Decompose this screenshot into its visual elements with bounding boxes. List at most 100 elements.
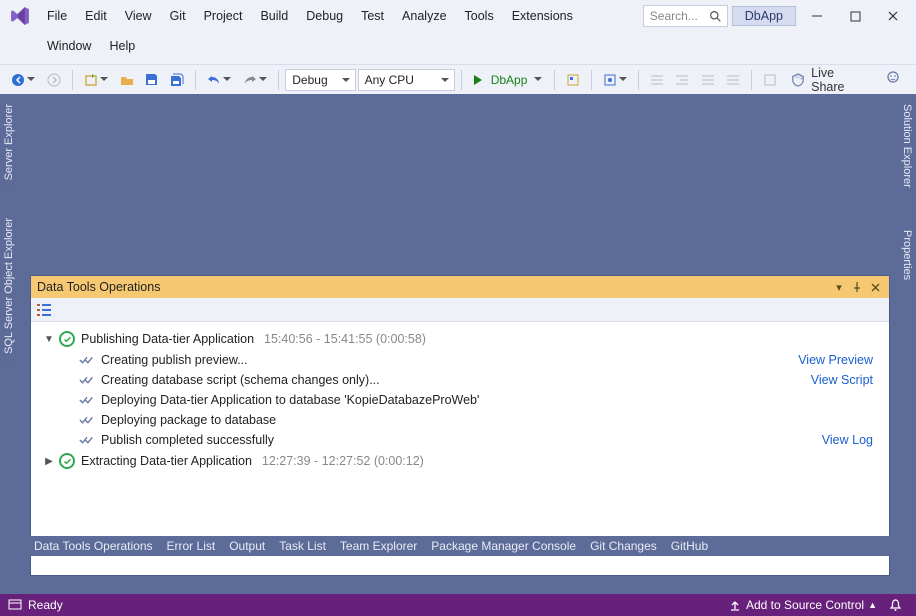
side-tab-server-explorer[interactable]: Server Explorer	[0, 96, 18, 188]
check-icon	[79, 373, 95, 387]
menu-project[interactable]: Project	[195, 5, 252, 27]
step-text: Publish completed successfully	[101, 433, 274, 447]
panel-titlebar[interactable]: Data Tools Operations ▾	[31, 276, 889, 298]
panel-toolbar-icon[interactable]	[37, 303, 51, 317]
step-link[interactable]: View Preview	[798, 353, 881, 367]
bottom-tab-error-list[interactable]: Error List	[167, 539, 216, 553]
chevron-up-icon: ▲	[868, 600, 877, 610]
panel-pin-icon[interactable]	[849, 279, 865, 295]
open-file-button[interactable]	[115, 69, 139, 91]
operation-time: 15:40:56 - 15:41:55 (0:00:58)	[264, 332, 426, 346]
tool-btn-2[interactable]	[598, 69, 632, 91]
menu-view[interactable]: View	[116, 5, 161, 27]
expand-toggle-icon[interactable]: ▶	[43, 456, 55, 467]
panel-title-text: Data Tools Operations	[37, 280, 160, 294]
tool-btn-1[interactable]	[561, 69, 585, 91]
menu-build[interactable]: Build	[251, 5, 297, 27]
operation-row[interactable]: ▶ Extracting Data-tier Application 12:27…	[39, 450, 881, 472]
status-app-icon	[8, 598, 22, 612]
bottom-tab-output[interactable]: Output	[229, 539, 265, 553]
bottom-tab-strip: Data Tools Operations Error List Output Tas…	[30, 536, 890, 556]
bottom-tab-package-manager-console[interactable]: Package Manager Console	[431, 539, 576, 553]
step-text: Deploying package to database	[101, 413, 276, 427]
nav-back-button[interactable]	[6, 69, 40, 91]
operation-title: Extracting Data-tier Application	[81, 454, 252, 468]
play-icon	[474, 75, 487, 85]
menu-tools[interactable]: Tools	[456, 5, 503, 27]
operation-time: 12:27:39 - 12:27:52 (0:00:12)	[262, 454, 424, 468]
bottom-tab-task-list[interactable]: Task List	[279, 539, 326, 553]
redo-button[interactable]	[238, 69, 272, 91]
panel-close-icon[interactable]	[867, 279, 883, 295]
workspace: Server Explorer SQL Server Object Explore…	[0, 94, 916, 576]
live-share-button[interactable]: Live Share	[783, 66, 876, 94]
operation-step: Deploying Data-tier Application to datab…	[39, 390, 881, 410]
uncomment-button	[721, 69, 745, 91]
operation-step: Creating publish preview... View Preview	[39, 350, 881, 370]
check-icon	[79, 413, 95, 427]
success-badge-icon	[59, 453, 75, 469]
upload-icon	[728, 598, 742, 612]
operation-row[interactable]: ▼ Publishing Data-tier Application 15:40…	[39, 328, 881, 350]
status-ready: Ready	[22, 598, 69, 612]
menu-debug[interactable]: Debug	[297, 5, 352, 27]
live-share-icon	[791, 73, 805, 87]
operation-step: Deploying package to database	[39, 410, 881, 430]
bottom-tab-github[interactable]: GitHub	[671, 539, 708, 553]
new-project-button[interactable]	[79, 69, 113, 91]
operation-step: Creating database script (schema changes…	[39, 370, 881, 390]
menu-git[interactable]: Git	[161, 5, 195, 27]
menu-extensions[interactable]: Extensions	[503, 5, 582, 27]
operation-title: Publishing Data-tier Application	[81, 332, 254, 346]
panel-toolbar	[31, 298, 889, 322]
bottom-tab-data-tools-operations[interactable]: Data Tools Operations	[34, 539, 153, 553]
panel-dropdown-icon[interactable]: ▾	[831, 279, 847, 295]
menu-help[interactable]: Help	[100, 35, 144, 57]
menu-window[interactable]: Window	[38, 35, 100, 57]
tool-btn-3	[758, 69, 782, 91]
close-button[interactable]	[876, 4, 910, 28]
data-tools-panel: Data Tools Operations ▾ ▼ Publishing Dat…	[30, 275, 890, 576]
save-button[interactable]	[140, 69, 163, 91]
search-icon	[709, 9, 723, 23]
bottom-tab-git-changes[interactable]: Git Changes	[590, 539, 657, 553]
success-badge-icon	[59, 331, 75, 347]
status-bar: Ready Add to Source Control ▲	[0, 594, 916, 616]
side-tab-sql-server-object-explorer[interactable]: SQL Server Object Explorer	[0, 210, 18, 362]
bottom-tab-team-explorer[interactable]: Team Explorer	[340, 539, 417, 553]
step-text: Creating publish preview...	[101, 353, 248, 367]
operation-step: Publish completed successfully View Log	[39, 430, 881, 450]
config-combo[interactable]: Debug	[285, 69, 355, 91]
side-tab-solution-explorer[interactable]: Solution Explorer	[898, 96, 916, 196]
undo-button[interactable]	[202, 69, 236, 91]
check-icon	[79, 433, 95, 447]
check-icon	[79, 393, 95, 407]
menu-test[interactable]: Test	[352, 5, 393, 27]
side-tab-properties[interactable]: Properties	[898, 222, 916, 288]
add-source-control-button[interactable]: Add to Source Control ▲	[722, 598, 883, 612]
solution-name-badge[interactable]: DbApp	[732, 6, 796, 26]
start-debug-button[interactable]: DbApp	[468, 69, 548, 91]
search-placeholder: Search...	[650, 9, 698, 23]
minimize-button[interactable]	[800, 4, 834, 28]
vs-logo-icon	[6, 2, 34, 30]
titlebar: FileEditViewGitProjectBuildDebugTestAnal…	[0, 0, 916, 64]
step-link[interactable]: View Log	[822, 433, 881, 447]
step-text: Deploying Data-tier Application to datab…	[101, 393, 479, 407]
save-all-button[interactable]	[165, 69, 189, 91]
menu-analyze[interactable]: Analyze	[393, 5, 455, 27]
expand-toggle-icon[interactable]: ▼	[43, 334, 55, 345]
maximize-button[interactable]	[838, 4, 872, 28]
feedback-button[interactable]	[878, 71, 910, 88]
step-link[interactable]: View Script	[811, 373, 881, 387]
indent-in-button	[670, 69, 694, 91]
notifications-icon[interactable]	[883, 599, 908, 612]
main-toolbar: Debug Any CPU DbApp Live Share	[0, 64, 916, 94]
platform-combo[interactable]: Any CPU	[358, 69, 455, 91]
indent-out-button	[645, 69, 669, 91]
menu-file[interactable]: File	[38, 5, 76, 27]
nav-forward-button	[42, 69, 66, 91]
search-input[interactable]: Search...	[643, 5, 728, 27]
menu-edit[interactable]: Edit	[76, 5, 116, 27]
comment-button	[696, 69, 720, 91]
